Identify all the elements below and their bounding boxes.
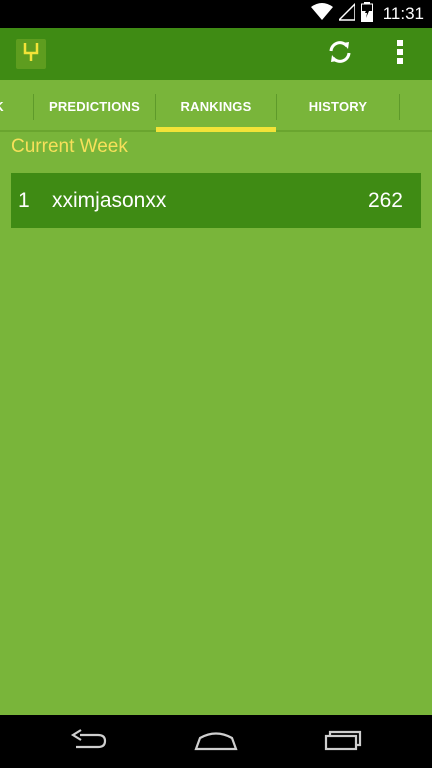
wifi-icon [310, 2, 333, 26]
goalpost-icon [20, 41, 42, 68]
refresh-button[interactable] [324, 38, 356, 70]
ranking-row[interactable]: 1 xximjasonxx 262 [11, 173, 421, 228]
tab-predictions[interactable]: PREDICTIONS [34, 80, 155, 132]
tab-history[interactable]: HISTORY [277, 80, 399, 132]
tab-partial[interactable]: K [0, 80, 10, 132]
status-bar: 11:31 [0, 0, 432, 28]
app-logo[interactable] [16, 39, 46, 69]
refresh-icon [326, 38, 354, 71]
selected-tab-indicator [156, 127, 276, 132]
home-button[interactable] [186, 723, 246, 761]
app-screen: 11:31 PREDICTIONS RANKINGS HISTORY Curre… [0, 0, 432, 768]
cell-signal-icon [336, 1, 356, 26]
battery-icon [360, 1, 373, 27]
overflow-menu-button[interactable] [384, 38, 416, 70]
tab-divider [399, 94, 400, 120]
back-icon [68, 728, 108, 756]
recent-apps-button[interactable] [314, 723, 374, 761]
navigation-bar [0, 715, 432, 768]
tab-strip: K PREDICTIONS RANKINGS HISTORY [0, 80, 432, 132]
back-button[interactable] [58, 723, 118, 761]
recent-apps-icon [324, 729, 364, 756]
player-name: xximjasonxx [52, 189, 167, 212]
rank-number: 1 [18, 189, 30, 212]
player-score: 262 [367, 189, 403, 212]
status-icons: 11:31 [310, 0, 424, 28]
status-time: 11:31 [382, 4, 424, 23]
home-icon [194, 729, 238, 756]
overflow-menu-icon [396, 39, 404, 70]
action-bar [0, 28, 432, 80]
tab-rankings[interactable]: RANKINGS [156, 80, 276, 132]
section-title: Current Week [11, 136, 128, 157]
